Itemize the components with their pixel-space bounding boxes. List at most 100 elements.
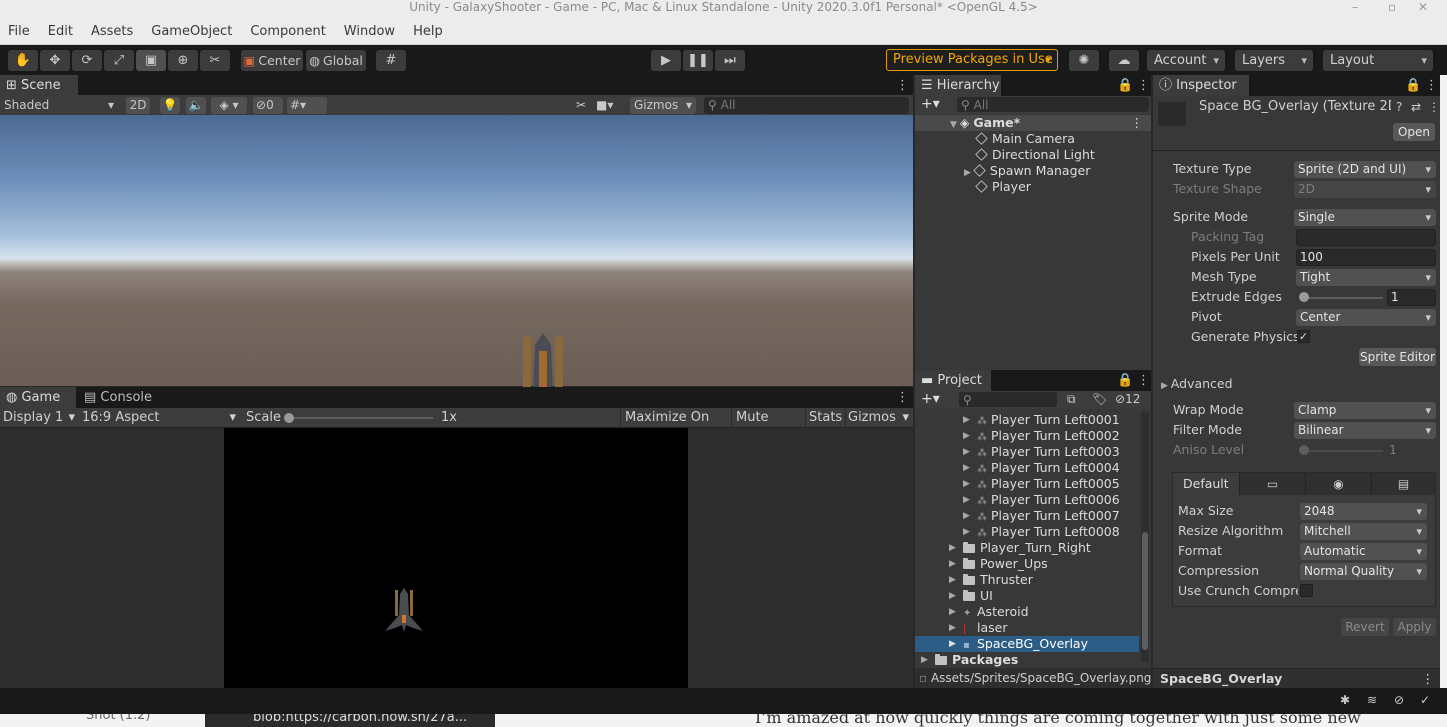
webgl-platform-icon[interactable]: ▤ <box>1371 473 1435 495</box>
lock-icon[interactable]: 🔒 <box>1117 75 1133 96</box>
generate-physics-shape-checkbox[interactable]: ✓ <box>1297 330 1310 343</box>
expand-arrow-icon[interactable]: ▶ <box>964 168 971 178</box>
project-sprite-row[interactable]: ▶ ⁂ Player Turn Left0007 <box>915 508 1139 524</box>
project-menu-icon[interactable]: ⋮ <box>1137 370 1150 391</box>
hierarchy-scene-row[interactable]: ▼ ◈ Game* ⋮ <box>915 115 1151 131</box>
expand-arrow-icon[interactable]: ▶ <box>949 540 956 556</box>
services-icon[interactable]: ✺ <box>1069 50 1099 71</box>
scene-search-input[interactable]: ⚲ All <box>704 97 909 114</box>
expand-arrow-icon[interactable]: ▶ <box>963 412 970 428</box>
project-asset-row[interactable]: ▶ ✦ Asteroid <box>915 604 1139 620</box>
project-folder-row[interactable]: ▶ Player_Turn_Right <box>915 540 1139 556</box>
project-sprite-row[interactable]: ▶ ⁂ Player Turn Left0008 <box>915 524 1139 540</box>
pivot-global-toggle[interactable]: ◍ Global <box>306 50 366 71</box>
expand-arrow-icon[interactable]: ▶ <box>963 508 970 524</box>
debug-icon[interactable]: ✱ <box>1340 693 1350 707</box>
menu-window[interactable]: Window <box>344 24 395 39</box>
hierarchy-search-input[interactable]: ⚲ All <box>957 97 1149 112</box>
tab-project[interactable]: ▬ Project <box>915 370 991 391</box>
revert-button[interactable]: Revert <box>1341 618 1389 636</box>
add-icon[interactable]: +▾ <box>921 391 940 407</box>
camera-icon[interactable]: ■▾ <box>596 97 626 114</box>
scale-tool-icon[interactable]: ⤢ <box>104 50 134 71</box>
project-asset-row[interactable]: ▶ | laser <box>915 620 1139 636</box>
lock-icon[interactable]: 🔒 <box>1117 370 1133 391</box>
display-dropdown[interactable]: Display 1 ▾ <box>3 408 77 428</box>
use-crunch-compression-checkbox[interactable] <box>1300 584 1313 597</box>
add-icon[interactable]: +▾ <box>921 96 940 112</box>
project-folder-row[interactable]: ▶ Power_Ups <box>915 556 1139 572</box>
project-folder-row[interactable]: ▶ Thruster <box>915 572 1139 588</box>
minimize-icon[interactable]: – <box>1352 0 1358 14</box>
project-packages-row[interactable]: ▶ Packages <box>915 652 1139 668</box>
menu-help[interactable]: Help <box>413 24 443 39</box>
menu-component[interactable]: Component <box>250 24 325 39</box>
wrap-mode-dropdown[interactable]: Clamp <box>1294 402 1436 419</box>
hierarchy-item-main-camera[interactable]: Main Camera <box>915 131 1151 147</box>
gizmos-dropdown[interactable]: Gizmos ▾ <box>630 97 696 114</box>
advanced-foldout[interactable]: ▶ Advanced <box>1161 375 1233 393</box>
hierarchy-item-spawn-manager[interactable]: ▶ Spawn Manager <box>915 163 1151 179</box>
account-dropdown[interactable]: Account <box>1147 50 1225 71</box>
hidden-objects-toggle[interactable]: ⊘0 <box>253 97 283 114</box>
standalone-platform-icon[interactable]: ▭ <box>1239 473 1305 495</box>
project-sprite-row[interactable]: ▶ ⁂ Player Turn Left0002 <box>915 428 1139 444</box>
tab-scene[interactable]: ⊞ Scene <box>0 75 78 96</box>
scale-slider-track[interactable] <box>288 417 433 419</box>
grid-icon[interactable]: #▾ <box>287 97 327 114</box>
menu-edit[interactable]: Edit <box>48 24 73 39</box>
expand-arrow-icon[interactable]: ▶ <box>949 620 956 636</box>
custom-tool-icon[interactable]: ✂ <box>200 50 230 71</box>
texture-type-dropdown[interactable]: Sprite (2D and UI) <box>1294 161 1436 178</box>
mesh-type-dropdown[interactable]: Tight <box>1296 269 1436 286</box>
hierarchy-item-directional-light[interactable]: Directional Light <box>915 147 1151 163</box>
layers-dropdown[interactable]: Layers <box>1235 50 1313 71</box>
expand-arrow-icon[interactable]: ▶ <box>949 556 956 572</box>
packing-tag-field[interactable] <box>1296 229 1436 246</box>
audio-icon[interactable]: 🔈 <box>186 97 206 114</box>
expand-arrow-icon[interactable]: ▶ <box>963 492 970 508</box>
tools-icon[interactable]: ✂ <box>570 97 592 114</box>
pivot-dropdown[interactable]: Center <box>1296 309 1436 326</box>
expand-arrow-icon[interactable]: ▶ <box>963 524 970 540</box>
step-button[interactable]: ⏭ <box>715 50 745 71</box>
pause-button[interactable]: ❚❚ <box>683 50 713 71</box>
game-menu-icon[interactable]: ⋮ <box>896 387 909 408</box>
lighting-icon[interactable]: 💡 <box>160 97 180 114</box>
project-sprite-row[interactable]: ▶ ⁂ Player Turn Left0005 <box>915 476 1139 492</box>
hand-tool-icon[interactable]: ✋ <box>8 50 38 71</box>
tab-game[interactable]: ◍ Game <box>0 387 76 408</box>
cloud-icon[interactable]: ☁ <box>1109 50 1139 71</box>
filter-type-icon[interactable]: ⧉ <box>1067 392 1076 407</box>
mute-audio-toggle[interactable]: Mute Audio <box>731 408 803 445</box>
footer-menu-icon[interactable]: ⋮ <box>1422 669 1435 689</box>
rect-tool-icon[interactable]: ▣ <box>136 50 166 71</box>
extrude-edges-slider-knob[interactable] <box>1299 292 1309 302</box>
tab-console[interactable]: ▤ Console <box>78 387 158 408</box>
play-button[interactable]: ▶ <box>651 50 681 71</box>
scene-menu-icon[interactable]: ⋮ <box>896 75 909 96</box>
preset-icon[interactable]: ⇄ <box>1411 100 1421 114</box>
asset-menu-icon[interactable]: ⋮ <box>1428 100 1440 114</box>
project-sprite-row[interactable]: ▶ ⁂ Player Turn Left0004 <box>915 460 1139 476</box>
expand-arrow-icon[interactable]: ▶ <box>963 444 970 460</box>
project-asset-row-selected[interactable]: ▶ ▪ SpaceBG_Overlay <box>915 636 1139 652</box>
hierarchy-menu-icon[interactable]: ⋮ <box>1137 75 1150 96</box>
android-platform-icon[interactable]: ◉ <box>1305 473 1371 495</box>
project-sprite-row[interactable]: ▶ ⁂ Player Turn Left0003 <box>915 444 1139 460</box>
scene-menu-icon[interactable]: ⋮ <box>1131 115 1144 131</box>
project-sprite-row[interactable]: ▶ ⁂ Player Turn Left0006 <box>915 492 1139 508</box>
maximize-on-play-toggle[interactable]: Maximize On Play <box>620 408 728 445</box>
auto-generate-lighting-icon[interactable]: ⊘ <box>1394 693 1404 707</box>
pixels-per-unit-field[interactable]: 100 <box>1296 249 1436 266</box>
format-dropdown[interactable]: Automatic <box>1300 543 1427 560</box>
filter-label-icon[interactable]: 🏷 <box>1092 392 1107 406</box>
project-search-input[interactable]: ⚲ <box>959 392 1057 407</box>
extrude-edges-field[interactable]: 1 <box>1387 289 1436 306</box>
expand-arrow-icon[interactable]: ▶ <box>963 428 970 444</box>
expand-arrow-icon[interactable]: ▶ <box>949 588 956 604</box>
game-gizmos-dropdown[interactable]: Gizmos ▾ <box>845 408 911 428</box>
expand-arrow-icon[interactable]: ▶ <box>963 476 970 492</box>
2d-toggle[interactable]: 2D <box>126 97 150 114</box>
close-icon[interactable]: ✕ <box>1418 0 1428 14</box>
